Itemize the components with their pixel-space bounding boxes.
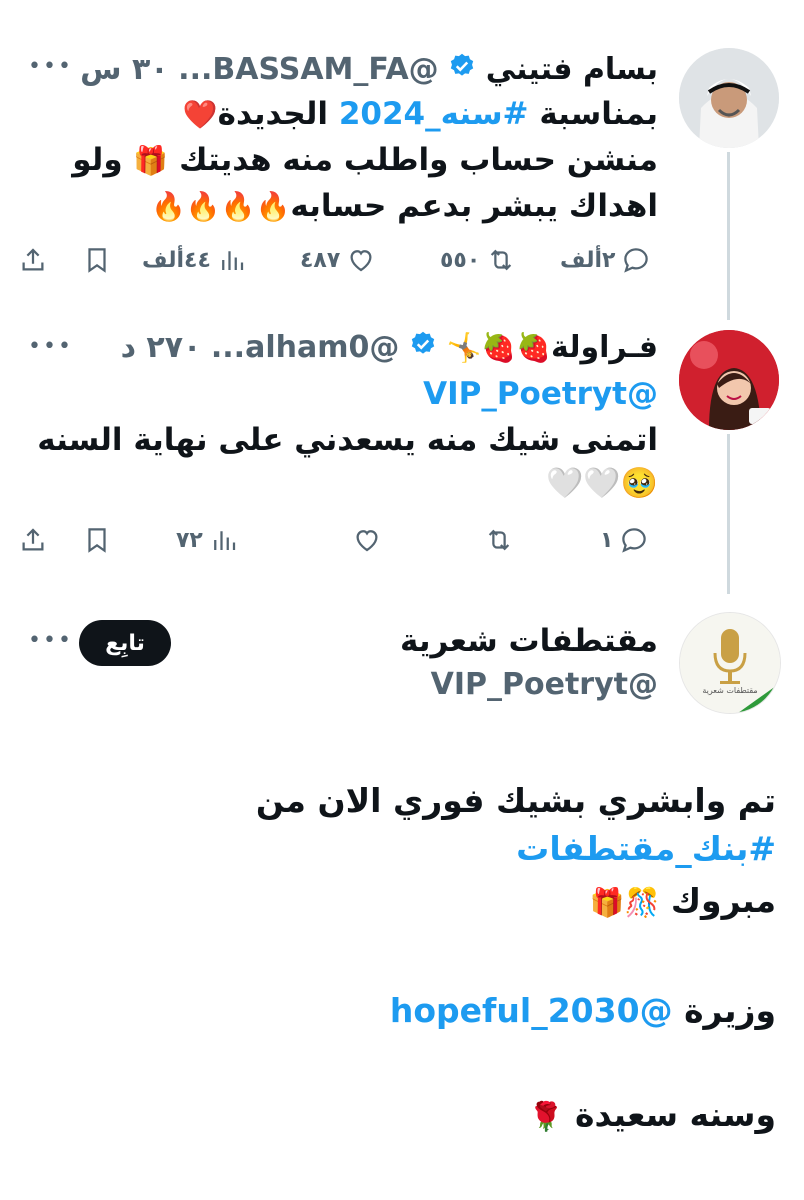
like-icon xyxy=(356,530,378,552)
more-icon[interactable]: ••• xyxy=(28,628,73,653)
text-segment: اهداك يبشر بدعم حسابه xyxy=(290,188,658,224)
mention-link[interactable]: @hopeful_2030 xyxy=(390,991,673,1030)
avatar-image xyxy=(679,330,779,430)
tweet1-header: بسام فتيني @BASSAM_FA... ٣٠ س xyxy=(80,50,658,91)
author-name[interactable]: بسام فتيني xyxy=(486,52,658,87)
like-count: ٤٨٧ xyxy=(300,247,341,273)
text-segment: الجديدة xyxy=(217,96,329,132)
rose-emoji: 🌹 xyxy=(528,1100,564,1133)
views-icon xyxy=(213,531,235,550)
text-segment: منشن حساب واطلب منه هديتك xyxy=(179,142,658,178)
tweet2-actions: ١ ٧٢ xyxy=(0,520,804,560)
retweet-icon xyxy=(488,529,510,551)
share-icon xyxy=(22,528,44,551)
like-button[interactable] xyxy=(352,520,382,560)
avatar-alham[interactable] xyxy=(679,330,779,430)
reply-icon xyxy=(622,528,647,553)
retweet-count: ٥٥٠ xyxy=(440,247,481,273)
verified-icon xyxy=(409,329,437,369)
avatar-image xyxy=(679,48,779,148)
views-count: ٤٤ألف xyxy=(142,247,211,273)
reply-icon xyxy=(624,248,649,273)
text-segment: وزيرة xyxy=(684,991,776,1030)
mention-link[interactable]: @VIP_Poetryt xyxy=(423,372,658,416)
retweet-button[interactable]: ٥٥٠ xyxy=(440,240,516,280)
thread-line-1 xyxy=(727,152,730,320)
bookmark-button[interactable] xyxy=(82,520,112,560)
avatar-bassam[interactable] xyxy=(679,48,779,148)
more-icon[interactable]: ••• xyxy=(28,54,73,79)
share-button[interactable] xyxy=(18,240,48,280)
reply-button[interactable]: ٢ألف xyxy=(560,240,651,280)
tweet1-line1: بمناسبة #سنه_2024 الجديدة❤️ xyxy=(183,92,658,137)
author-handle[interactable]: @alham0... xyxy=(211,330,399,365)
celebration-emoji: 🎊🎁 xyxy=(589,886,660,919)
avatar-caption: مقتطفات شعرية xyxy=(702,686,758,695)
heart-emoji: ❤️ xyxy=(182,98,218,131)
main-line1: تم وابشري بشيك فوري الان من xyxy=(255,781,776,820)
text-segment: ولو xyxy=(72,142,123,178)
views-button[interactable]: ٤٤ألف xyxy=(142,240,247,280)
thread-line-2 xyxy=(727,434,730,594)
main-line4: وزيرة @hopeful_2030 xyxy=(390,986,776,1036)
tweet-time[interactable]: ٢٧٠ د xyxy=(121,330,202,365)
author-handle[interactable]: @BASSAM_FA... xyxy=(178,52,439,87)
views-count: ٧٢ xyxy=(176,527,203,553)
retweet-button[interactable] xyxy=(484,520,514,560)
views-button[interactable]: ٧٢ xyxy=(176,520,239,560)
main-line5: وسنه سعيدة 🌹 xyxy=(529,1090,776,1142)
hashtag-link[interactable]: #سنه_2024 xyxy=(339,96,529,132)
avatar-vip-poetryt[interactable] xyxy=(679,612,781,714)
verified-icon xyxy=(448,51,476,91)
author-name[interactable]: مقتطفات شعرية xyxy=(400,620,658,662)
share-icon xyxy=(22,248,44,271)
bookmark-icon xyxy=(88,528,106,553)
author-name[interactable]: فـراولة xyxy=(551,330,658,365)
tweet2-header: فـراولة🍓🍓🤸 @alham0... ٢٧٠ د xyxy=(121,328,658,369)
fire-emoji: 🔥🔥🔥🔥 xyxy=(150,190,291,223)
like-icon xyxy=(350,250,372,272)
more-icon[interactable]: ••• xyxy=(28,334,73,359)
gift-emoji: 🎁 xyxy=(133,144,169,177)
text-segment: بمناسبة xyxy=(539,96,658,132)
hashtag-link[interactable]: #بنك_مقتطفات xyxy=(516,824,776,874)
reply-count: ١ xyxy=(600,527,614,553)
reply-button[interactable]: ١ xyxy=(600,520,649,560)
bookmark-icon xyxy=(88,248,106,273)
tweet1-line2: منشن حساب واطلب منه هديتك 🎁 ولو xyxy=(72,138,658,183)
bookmark-button[interactable] xyxy=(82,240,112,280)
retweet-icon xyxy=(491,249,512,271)
tweet1-actions: ٢ألف ٥٥٠ ٤٨٧ ٤٤ألف xyxy=(0,240,804,280)
like-button[interactable]: ٤٨٧ xyxy=(300,240,376,280)
tweet-time[interactable]: ٣٠ س xyxy=(80,52,168,87)
share-button[interactable] xyxy=(18,520,48,560)
author-handle[interactable]: @VIP_Poetryt xyxy=(431,664,658,706)
avatar-image xyxy=(680,613,780,713)
main-line3: مبروك 🎊🎁 xyxy=(590,876,776,928)
tweet1-line3: اهداك يبشر بدعم حسابه🔥🔥🔥🔥 xyxy=(151,184,658,229)
tweet2-line1: اتمنى شيك منه يسعدني على نهاية السنه xyxy=(37,422,658,458)
reply-count: ٢ألف xyxy=(560,247,616,273)
text-segment: مبروك xyxy=(670,881,776,920)
follow-button[interactable]: تابِع xyxy=(79,620,171,666)
views-icon xyxy=(222,251,243,270)
tweet2-emoji-line: 🥹🤍🤍 xyxy=(545,466,658,501)
name-emoji: 🍓🍓🤸 xyxy=(446,331,552,364)
text-segment: وسنه سعيدة xyxy=(574,1095,776,1134)
